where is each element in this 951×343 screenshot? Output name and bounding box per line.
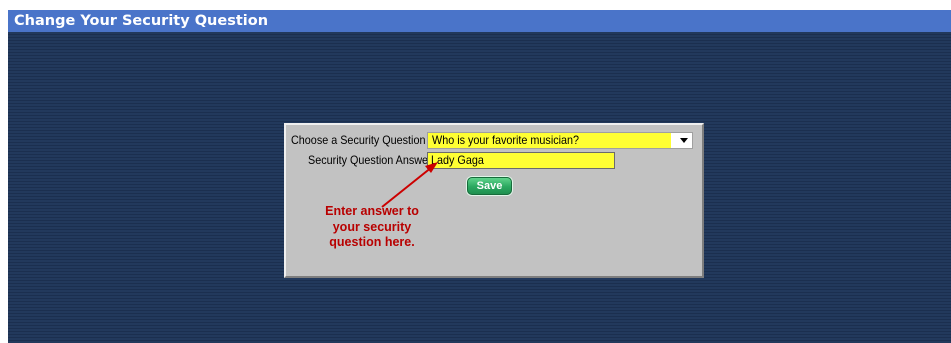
security-answer-input[interactable]: Lady Gaga — [427, 152, 615, 169]
annotation-line: your security — [332, 219, 412, 234]
selected-question-text: Who is your favorite musician? — [432, 133, 580, 147]
security-question-form: Choose a Security Question Who is your f… — [284, 123, 704, 278]
answer-label: Security Question Answer — [308, 153, 432, 167]
selected-question: Who is your favorite musician? — [428, 133, 671, 148]
security-question-window: Change Your Security Question Choose a S… — [8, 10, 951, 343]
annotation-line: question here. — [329, 235, 415, 249]
security-question-select[interactable]: Who is your favorite musician? — [427, 132, 693, 149]
content-area: Choose a Security Question Who is your f… — [8, 32, 951, 343]
question-label: Choose a Security Question — [291, 133, 426, 147]
chevron-down-icon[interactable] — [680, 138, 688, 143]
save-button[interactable]: Save — [467, 177, 512, 195]
help-annotation: Enter answer to your security question h… — [312, 204, 432, 251]
page-title: Change Your Security Question — [8, 10, 951, 32]
answer-value: Lady Gaga — [431, 153, 484, 167]
annotation-line: Enter answer to — [325, 204, 419, 218]
